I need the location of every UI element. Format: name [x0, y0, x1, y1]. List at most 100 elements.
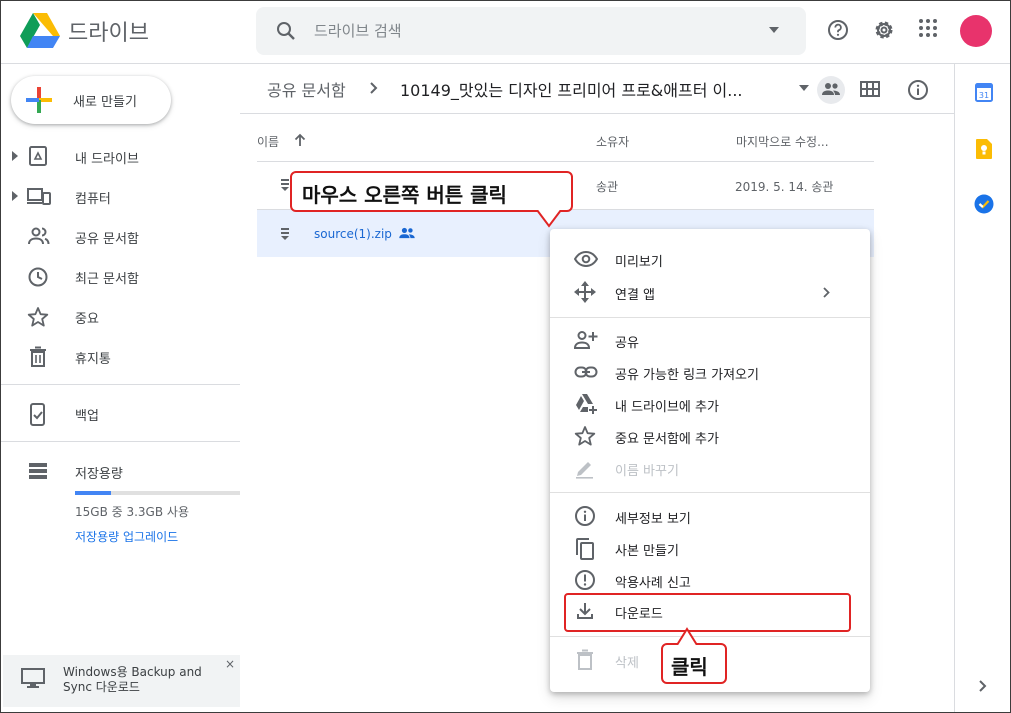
- settings-icon[interactable]: [872, 18, 896, 42]
- file-owner: 송관: [596, 180, 619, 194]
- search-options-dropdown-icon[interactable]: [768, 26, 780, 34]
- close-icon[interactable]: ×: [225, 657, 235, 671]
- folder-dropdown-icon[interactable]: [799, 85, 809, 91]
- menu-item-share[interactable]: 공유: [550, 324, 870, 356]
- menu-item-label: 세부정보 보기: [615, 512, 691, 527]
- upgrade-storage-link[interactable]: 저장용량 업그레이드: [75, 528, 178, 545]
- link-icon: [574, 361, 598, 383]
- annotation-pointer: [536, 210, 562, 228]
- chevron-right-icon[interactable]: [979, 680, 987, 692]
- new-button-label: 새로 만들기: [73, 95, 137, 110]
- svg-text:31: 31: [979, 91, 989, 100]
- menu-item-view-details[interactable]: 세부정보 보기: [550, 500, 870, 532]
- calendar-icon[interactable]: 31: [975, 82, 993, 102]
- menu-item-preview[interactable]: 미리보기: [550, 243, 870, 275]
- row-divider: [257, 161, 874, 162]
- my-drive-icon: [27, 146, 49, 166]
- add-person-icon: [574, 329, 598, 351]
- avatar[interactable]: [960, 15, 992, 47]
- sidebar-item-my-drive[interactable]: 내 드라이브: [0, 140, 240, 172]
- search-icon[interactable]: [274, 19, 298, 43]
- menu-divider: [550, 636, 870, 637]
- move-arrows-icon: [574, 281, 596, 303]
- shared-people-icon: [399, 227, 415, 239]
- sidebar-item-shared[interactable]: 공유 문서함: [0, 220, 240, 252]
- breadcrumb: 공유 문서함 10149_맛있는 디자인 프리미어 프로&애프터 이...: [240, 64, 954, 114]
- breadcrumb-current-folder[interactable]: 10149_맛있는 디자인 프리미어 프로&애프터 이...: [400, 77, 743, 101]
- menu-item-label: 중요 문서함에 추가: [615, 432, 719, 447]
- menu-item-label: 공유 가능한 링크 가져오기: [615, 368, 759, 383]
- copy-icon: [574, 537, 596, 561]
- menu-item-report-abuse[interactable]: 악용사례 신고: [550, 564, 870, 596]
- storage-usage-bar: [75, 491, 240, 495]
- sidebar-item-backup[interactable]: 백업: [0, 397, 240, 429]
- sidebar-item-label: 백업: [75, 409, 99, 424]
- menu-item-label: 연결 앱: [615, 288, 656, 303]
- computer-monitor-icon: [21, 667, 45, 689]
- apps-grid-icon[interactable]: [918, 18, 938, 38]
- storage-usage-fill: [75, 491, 112, 495]
- star-icon: [27, 306, 49, 328]
- menu-item-add-to-my-drive[interactable]: 내 드라이브에 추가: [550, 388, 870, 420]
- menu-item-label: 공유: [615, 336, 639, 351]
- grid-view-icon[interactable]: [860, 81, 880, 97]
- column-header-name[interactable]: 이름: [257, 133, 279, 150]
- zip-file-icon: [281, 179, 289, 191]
- search-input[interactable]: [312, 20, 752, 42]
- keep-notes-icon[interactable]: [975, 138, 993, 160]
- star-outline-icon: [574, 425, 596, 447]
- annotation-highlight-download: [564, 593, 851, 632]
- expand-caret-icon[interactable]: [12, 191, 18, 201]
- menu-item-label: 악용사례 신고: [615, 576, 691, 591]
- backup-banner-text: Windows용 Backup and Sync 다운로드: [63, 665, 202, 694]
- sidebar-item-label: 공유 문서함: [75, 232, 139, 247]
- menu-item-label: 삭제: [615, 656, 639, 671]
- shared-with-me-icon: [27, 226, 51, 246]
- sidebar-item-storage[interactable]: 저장용량: [0, 455, 240, 487]
- tasks-icon[interactable]: [974, 194, 994, 214]
- file-modified: 2019. 5. 14. 송관: [735, 180, 834, 194]
- sidebar-item-computers[interactable]: 컴퓨터: [0, 180, 240, 212]
- backup-phone-icon: [27, 403, 49, 427]
- sidebar-item-label: 휴지통: [75, 352, 111, 367]
- sidebar-item-recent[interactable]: 최근 문서함: [0, 260, 240, 292]
- menu-item-make-copy[interactable]: 사본 만들기: [550, 532, 870, 564]
- report-icon: [574, 569, 596, 591]
- recent-clock-icon: [27, 266, 49, 288]
- column-header-owner[interactable]: 소유자: [596, 133, 629, 150]
- menu-item-label: 미리보기: [615, 255, 663, 270]
- menu-item-add-to-starred[interactable]: 중요 문서함에 추가: [550, 420, 870, 452]
- sort-arrow-up-icon[interactable]: [294, 133, 306, 147]
- breadcrumb-root[interactable]: 공유 문서함: [267, 77, 346, 101]
- chevron-right-icon: [370, 82, 378, 94]
- sidebar-item-trash[interactable]: 휴지통: [0, 340, 240, 372]
- search-bar[interactable]: [256, 7, 806, 55]
- column-header-modified[interactable]: 마지막으로 수정...: [736, 133, 829, 150]
- info-icon[interactable]: [907, 79, 929, 101]
- trash-icon: [574, 649, 596, 671]
- shared-people-icon[interactable]: [817, 76, 845, 104]
- sidebar-item-label: 중요: [75, 312, 99, 327]
- side-panel: 31: [954, 64, 1011, 713]
- menu-item-open-with[interactable]: 연결 앱: [550, 276, 870, 308]
- menu-item-get-link[interactable]: 공유 가능한 링크 가져오기: [550, 356, 870, 388]
- help-icon[interactable]: [826, 18, 850, 42]
- pencil-icon: [574, 457, 596, 479]
- expand-caret-icon[interactable]: [12, 151, 18, 161]
- drive-add-icon: [574, 393, 598, 415]
- sidebar-item-label: 내 드라이브: [75, 152, 139, 167]
- annotation-right-click: 마우스 오른쪽 버튼 클릭: [290, 171, 573, 212]
- storage-usage-text: 15GB 중 3.3GB 사용: [75, 505, 189, 519]
- plus-icon: [26, 87, 52, 113]
- submenu-chevron-icon: [823, 287, 830, 298]
- menu-item-label: 이름 바꾸기: [615, 464, 679, 479]
- backup-sync-banner[interactable]: Windows용 Backup and Sync 다운로드 ×: [3, 655, 240, 707]
- sidebar-item-starred[interactable]: 중요: [0, 300, 240, 332]
- zip-file-icon: [281, 228, 289, 240]
- new-button[interactable]: 새로 만들기: [11, 76, 171, 124]
- menu-item-label: 사본 만들기: [615, 544, 679, 559]
- menu-divider: [550, 317, 870, 318]
- app-title[interactable]: 드라이브: [68, 15, 149, 47]
- file-name: source(1).zip: [314, 227, 392, 241]
- drive-logo-icon[interactable]: [20, 13, 60, 48]
